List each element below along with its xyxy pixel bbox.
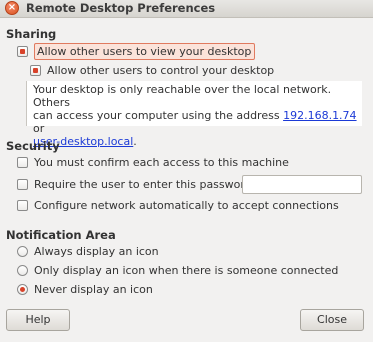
window-title: Remote Desktop Preferences [26,1,216,15]
info-line-2: can access your computer using the addre… [33,109,358,135]
info-line-3: user-desktop.local. [33,135,358,148]
never-label[interactable]: Never display an icon [34,283,153,296]
notify-option-connected[interactable]: Only display an icon when there is someo… [17,264,338,277]
connected-label[interactable]: Only display an icon when there is someo… [34,264,338,277]
window-close-icon[interactable]: × [5,1,19,15]
allow-view-checkbox[interactable] [17,46,28,57]
confirm-access-row[interactable]: You must confirm each access to this mac… [17,156,289,169]
sharing-section-label: Sharing [6,27,57,41]
close-button[interactable]: Close [300,309,364,331]
allow-view-label[interactable]: Allow other users to view your desktop [34,43,256,60]
configure-network-label[interactable]: Configure network automatically to accep… [34,199,339,212]
configure-network-checkbox[interactable] [17,200,28,211]
never-radio[interactable] [17,284,28,295]
notify-option-always[interactable]: Always display an icon [17,245,159,258]
info-end-text: . [133,135,137,148]
allow-control-row[interactable]: Allow other users to control your deskto… [30,64,274,77]
help-button[interactable]: Help [6,309,70,331]
require-password-checkbox[interactable] [17,179,28,190]
info-line-2-text: can access your computer using the addre… [33,109,284,122]
password-input[interactable] [242,175,362,194]
require-password-label[interactable]: Require the user to enter this password: [34,178,255,191]
network-info-box: Your desktop is only reachable over the … [26,81,362,148]
allow-view-row[interactable]: Allow other users to view your desktop [17,43,256,60]
confirm-access-label[interactable]: You must confirm each access to this mac… [34,156,289,169]
ip-address-link[interactable]: 192.168.1.74 [283,109,356,122]
notification-section-label: Notification Area [6,228,116,242]
confirm-access-checkbox[interactable] [17,157,28,168]
notify-option-never[interactable]: Never display an icon [17,283,153,296]
allow-control-label[interactable]: Allow other users to control your deskto… [47,64,274,77]
always-label[interactable]: Always display an icon [34,245,159,258]
info-line-1: Your desktop is only reachable over the … [33,83,332,109]
connected-radio[interactable] [17,265,28,276]
title-bar: × Remote Desktop Preferences [0,0,373,18]
security-section-label: Security [6,139,60,153]
configure-network-row[interactable]: Configure network automatically to accep… [17,199,339,212]
always-radio[interactable] [17,246,28,257]
allow-control-checkbox[interactable] [30,65,41,76]
require-password-row[interactable]: Require the user to enter this password: [17,178,255,191]
info-or-text: or [33,122,45,135]
